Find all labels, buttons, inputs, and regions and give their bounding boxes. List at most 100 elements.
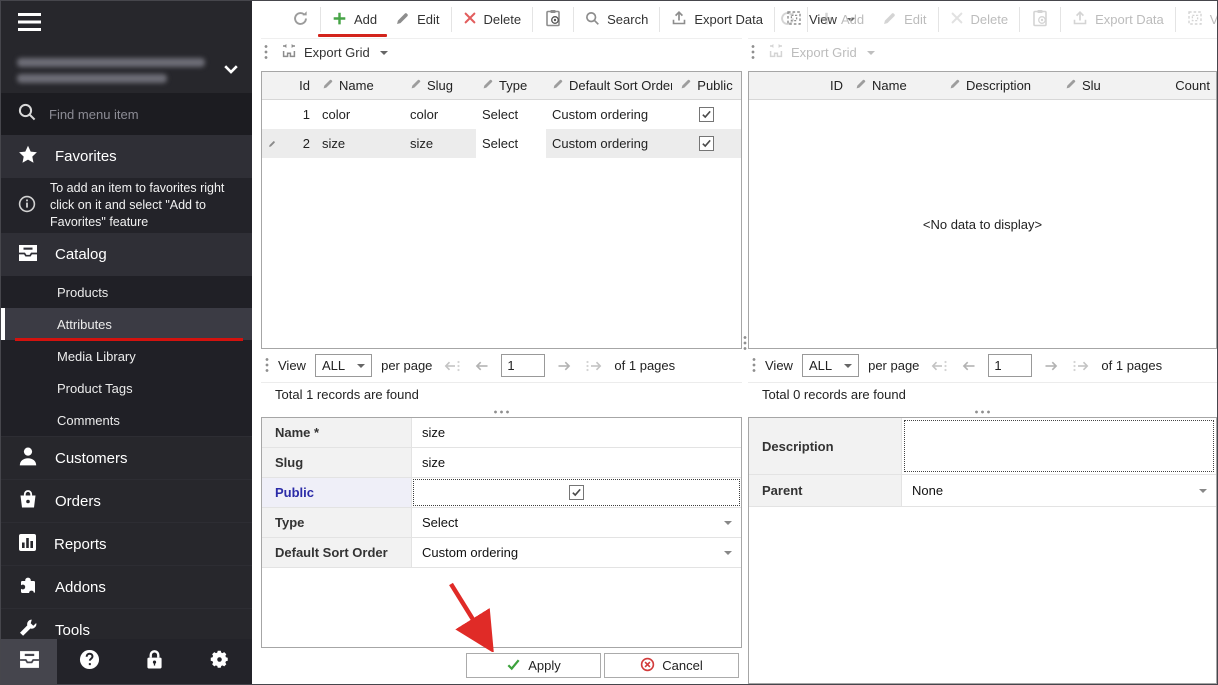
apply-button[interactable]: Apply: [466, 653, 601, 678]
public-checkbox[interactable]: [699, 136, 714, 151]
preview-button[interactable]: [535, 3, 571, 36]
public-checkbox[interactable]: [699, 107, 714, 122]
column-header-name[interactable]: Name: [849, 78, 943, 93]
edit-icon: [949, 78, 961, 93]
next-page-button[interactable]: [554, 359, 574, 373]
view-dropdown-button[interactable]: View: [1178, 4, 1218, 35]
column-label: Public: [697, 78, 732, 93]
search-icon: [18, 103, 36, 126]
export-grid-button[interactable]: Export Grid: [764, 41, 879, 64]
refresh-button[interactable]: [770, 4, 805, 36]
export-data-label: Export Data: [1095, 12, 1164, 27]
table-row-selected[interactable]: 2 size size Select Custom ordering: [262, 129, 741, 158]
column-label: Id: [299, 78, 310, 93]
sidebar-item-media-library[interactable]: Media Library: [1, 340, 252, 372]
export-grid-button[interactable]: Export Grid: [277, 41, 392, 64]
horizontal-splitter[interactable]: [748, 406, 1217, 417]
column-header-public[interactable]: Public: [672, 78, 741, 93]
sort-select[interactable]: Custom ordering: [412, 538, 741, 567]
column-header-slug[interactable]: Slug: [404, 78, 476, 93]
last-page-button[interactable]: [1070, 359, 1092, 373]
add-button[interactable]: Add: [323, 5, 386, 35]
search-button[interactable]: Search: [576, 5, 657, 35]
column-label: Slug: [427, 78, 453, 93]
public-checkbox[interactable]: [569, 485, 584, 500]
add-button[interactable]: Add: [810, 5, 873, 35]
preview-button[interactable]: [1022, 3, 1058, 36]
edit-button[interactable]: Edit: [873, 5, 935, 35]
parent-select[interactable]: None: [902, 475, 1216, 506]
bottom-lock-button[interactable]: [122, 639, 187, 684]
column-header-name[interactable]: Name: [316, 78, 404, 93]
form-row-sort: Default Sort Order Custom ordering: [262, 538, 741, 568]
page-number-input[interactable]: [988, 354, 1032, 377]
sidebar-item-addons[interactable]: Addons: [1, 565, 252, 608]
preview-icon: [544, 9, 562, 30]
cancel-button[interactable]: Cancel: [604, 653, 739, 678]
cell-public: [672, 136, 741, 151]
name-field[interactable]: size: [412, 418, 741, 447]
export-data-button[interactable]: Export Data: [1063, 4, 1173, 35]
dropdown-caret-icon: [724, 521, 732, 525]
horizontal-splitter[interactable]: [261, 406, 742, 417]
attribute-value-form: Description Parent None: [748, 417, 1217, 684]
page-number-input[interactable]: [501, 354, 545, 377]
column-header-type[interactable]: Type: [476, 78, 546, 93]
sidebar-item-orders[interactable]: Orders: [1, 479, 252, 522]
delete-button[interactable]: Delete: [941, 5, 1018, 34]
sidebar-item-reports[interactable]: Reports: [1, 522, 252, 565]
form-empty-area: [262, 568, 741, 647]
public-field[interactable]: [412, 478, 741, 507]
first-page-button[interactable]: [928, 359, 950, 373]
type-select[interactable]: Select: [412, 508, 741, 537]
edit-button[interactable]: Edit: [386, 5, 448, 35]
drag-handle-icon[interactable]: [264, 44, 268, 61]
dropdown-caret-icon: [1199, 489, 1207, 493]
cell-type: Select: [476, 107, 546, 122]
sidebar-item-products[interactable]: Products: [1, 276, 252, 308]
column-header-slug[interactable]: Slu: [1059, 78, 1111, 93]
bottom-catalog-button[interactable]: [1, 639, 57, 684]
column-header-id[interactable]: ID: [749, 78, 849, 93]
description-textarea[interactable]: [903, 419, 1215, 473]
sidebar-item-product-tags[interactable]: Product Tags: [1, 372, 252, 404]
edit-icon: [680, 78, 692, 93]
sidebar-section-favorites[interactable]: Favorites: [1, 135, 252, 178]
sidebar-item-comments[interactable]: Comments: [1, 404, 252, 436]
bottom-settings-button[interactable]: [187, 639, 252, 684]
toolbar-separator: [320, 7, 321, 32]
drag-handle-icon[interactable]: [751, 44, 755, 61]
prev-page-button[interactable]: [472, 359, 492, 373]
view-label: View: [1210, 12, 1218, 27]
prev-page-button[interactable]: [959, 359, 979, 373]
toolbar-separator: [451, 7, 452, 32]
refresh-button[interactable]: [283, 4, 318, 36]
next-page-button[interactable]: [1041, 359, 1061, 373]
last-page-button[interactable]: [583, 359, 605, 373]
column-header-count[interactable]: Count: [1111, 78, 1216, 93]
column-header-description[interactable]: Description: [943, 78, 1059, 93]
column-header-id[interactable]: Id: [282, 78, 316, 93]
description-field-wrap: [902, 418, 1216, 474]
redacted-account-info[interactable]: [1, 47, 252, 93]
sidebar-item-attributes[interactable]: Attributes: [1, 308, 252, 340]
sidebar-section-catalog[interactable]: Catalog: [1, 233, 252, 276]
edit-icon: [410, 78, 422, 93]
edit-icon: [395, 11, 410, 29]
menu-search-input[interactable]: [49, 107, 219, 122]
page-size-select[interactable]: ALL: [802, 354, 859, 377]
hamburger-button[interactable]: [1, 1, 252, 47]
slug-field[interactable]: size: [412, 448, 741, 477]
first-page-button[interactable]: [441, 359, 463, 373]
toolbar-separator: [1060, 7, 1061, 32]
table-row[interactable]: 1 color color Select Custom ordering: [262, 100, 741, 129]
drag-handle-icon[interactable]: [265, 357, 269, 374]
dropdown-caret-icon: [380, 51, 388, 55]
page-size-select[interactable]: ALL: [315, 354, 372, 377]
bottom-help-button[interactable]: [57, 639, 122, 684]
drag-handle-icon[interactable]: [752, 357, 756, 374]
delete-button[interactable]: Delete: [454, 5, 531, 34]
column-header-sort[interactable]: Default Sort Order: [546, 78, 672, 93]
cell-type-editor[interactable]: Select: [476, 129, 546, 158]
sidebar-item-customers[interactable]: Customers: [1, 436, 252, 479]
